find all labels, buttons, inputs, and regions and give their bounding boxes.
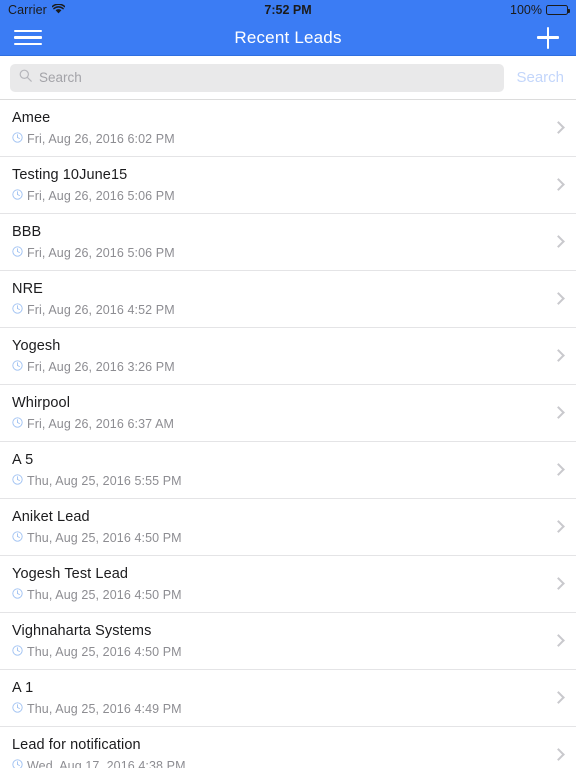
battery-full-icon <box>546 5 570 15</box>
search-placeholder: Search <box>39 70 82 85</box>
lead-date: Fri, Aug 26, 2016 4:52 PM <box>27 303 175 317</box>
clock-icon <box>12 415 23 433</box>
search-bar: Search Search <box>0 56 576 100</box>
lead-title: Amee <box>12 110 51 126</box>
lead-title: Yogesh Test Lead <box>12 566 129 582</box>
lead-subtitle: Thu, Aug 25, 2016 4:50 PM <box>12 643 576 661</box>
lead-title: BBB <box>12 224 42 240</box>
lead-title: Aniket Lead <box>12 509 90 525</box>
hamburger-line <box>14 29 42 33</box>
lead-subtitle: Wed, Aug 17, 2016 4:38 PM <box>12 757 576 768</box>
lead-date: Thu, Aug 25, 2016 5:55 PM <box>27 474 182 488</box>
list-item[interactable]: Amee Fri, Aug 26, 2016 6:02 PM <box>0 100 576 157</box>
lead-subtitle: Fri, Aug 26, 2016 5:06 PM <box>12 187 576 205</box>
hamburger-line <box>14 42 42 46</box>
lead-date: Fri, Aug 26, 2016 6:02 PM <box>27 132 175 146</box>
status-bar: Carrier 7:52 PM 100% <box>0 0 576 20</box>
lead-date: Thu, Aug 25, 2016 4:50 PM <box>27 588 182 602</box>
search-cancel-button[interactable]: Search <box>504 69 566 86</box>
clock-icon <box>12 757 23 768</box>
lead-title: A 1 <box>12 680 34 696</box>
lead-date: Wed, Aug 17, 2016 4:38 PM <box>27 759 186 768</box>
list-item[interactable]: Vighnaharta Systems Thu, Aug 25, 2016 4:5… <box>0 613 576 670</box>
list-item[interactable]: Yogesh Fri, Aug 26, 2016 3:26 PM <box>0 328 576 385</box>
list-item[interactable]: Yogesh Test Lead Thu, Aug 25, 2016 4:50 P… <box>0 556 576 613</box>
clock-icon <box>12 700 23 718</box>
plus-icon[interactable] <box>534 24 562 52</box>
status-bar-left: Carrier <box>8 3 66 17</box>
lead-date: Fri, Aug 26, 2016 5:06 PM <box>27 246 175 260</box>
lead-subtitle: Thu, Aug 25, 2016 5:55 PM <box>12 472 576 490</box>
list-item[interactable]: Lead for notification Wed, Aug 17, 2016 4… <box>0 727 576 768</box>
lead-subtitle: Fri, Aug 26, 2016 6:02 PM <box>12 130 576 148</box>
lead-date: Thu, Aug 25, 2016 4:50 PM <box>27 531 182 545</box>
lead-subtitle: Thu, Aug 25, 2016 4:50 PM <box>12 529 576 547</box>
lead-subtitle: Fri, Aug 26, 2016 4:52 PM <box>12 301 576 319</box>
list-item[interactable]: NRE Fri, Aug 26, 2016 4:52 PM <box>0 271 576 328</box>
lead-subtitle: Fri, Aug 26, 2016 6:37 AM <box>12 415 576 433</box>
lead-date: Thu, Aug 25, 2016 4:49 PM <box>27 702 182 716</box>
list-item[interactable]: BBB Fri, Aug 26, 2016 5:06 PM <box>0 214 576 271</box>
clock-icon <box>12 358 23 376</box>
navigation-bar: Recent Leads <box>0 20 576 56</box>
wifi-icon <box>51 3 66 17</box>
status-bar-right: 100% <box>510 3 570 17</box>
lead-title: Whirpool <box>12 395 71 411</box>
lead-subtitle: Fri, Aug 26, 2016 3:26 PM <box>12 358 576 376</box>
search-input[interactable]: Search <box>10 63 505 92</box>
battery-percent-label: 100% <box>510 3 542 17</box>
lead-date: Fri, Aug 26, 2016 5:06 PM <box>27 189 175 203</box>
lead-date: Fri, Aug 26, 2016 6:37 AM <box>27 417 175 431</box>
app-root: Carrier 7:52 PM 100% Recent Leads Search… <box>0 0 576 768</box>
clock-icon <box>12 301 23 319</box>
lead-title: Vighnaharta Systems <box>12 623 152 639</box>
lead-subtitle: Fri, Aug 26, 2016 5:06 PM <box>12 244 576 262</box>
lead-title: NRE <box>12 281 43 297</box>
clock-icon <box>12 586 23 604</box>
lead-date: Fri, Aug 26, 2016 3:26 PM <box>27 360 175 374</box>
hamburger-line <box>14 36 42 39</box>
leads-list: Amee Fri, Aug 26, 2016 6:02 PM Testing 10J… <box>0 100 576 768</box>
list-item[interactable]: Aniket Lead Thu, Aug 25, 2016 4:50 PM <box>0 499 576 556</box>
list-item[interactable]: Whirpool Fri, Aug 26, 2016 6:37 AM <box>0 385 576 442</box>
list-item[interactable]: A 5 Thu, Aug 25, 2016 5:55 PM <box>0 442 576 499</box>
page-title: Recent Leads <box>234 27 342 47</box>
carrier-label: Carrier <box>8 3 47 17</box>
lead-subtitle: Thu, Aug 25, 2016 4:49 PM <box>12 700 576 718</box>
lead-subtitle: Thu, Aug 25, 2016 4:50 PM <box>12 586 576 604</box>
clock-icon <box>12 130 23 148</box>
lead-date: Thu, Aug 25, 2016 4:50 PM <box>27 645 182 659</box>
clock-icon <box>12 187 23 205</box>
lead-title: A 5 <box>12 452 34 468</box>
lead-title: Lead for notification <box>12 737 141 753</box>
status-bar-time: 7:52 PM <box>264 3 312 17</box>
lead-title: Yogesh <box>12 338 61 354</box>
list-item[interactable]: Testing 10June15 Fri, Aug 26, 2016 5:06 P… <box>0 157 576 214</box>
hamburger-menu-icon[interactable] <box>14 28 42 48</box>
clock-icon <box>12 244 23 262</box>
clock-icon <box>12 643 23 661</box>
list-item[interactable]: A 1 Thu, Aug 25, 2016 4:49 PM <box>0 670 576 727</box>
lead-title: Testing 10June15 <box>12 167 128 183</box>
clock-icon <box>12 472 23 490</box>
search-icon <box>19 69 32 87</box>
clock-icon <box>12 529 23 547</box>
